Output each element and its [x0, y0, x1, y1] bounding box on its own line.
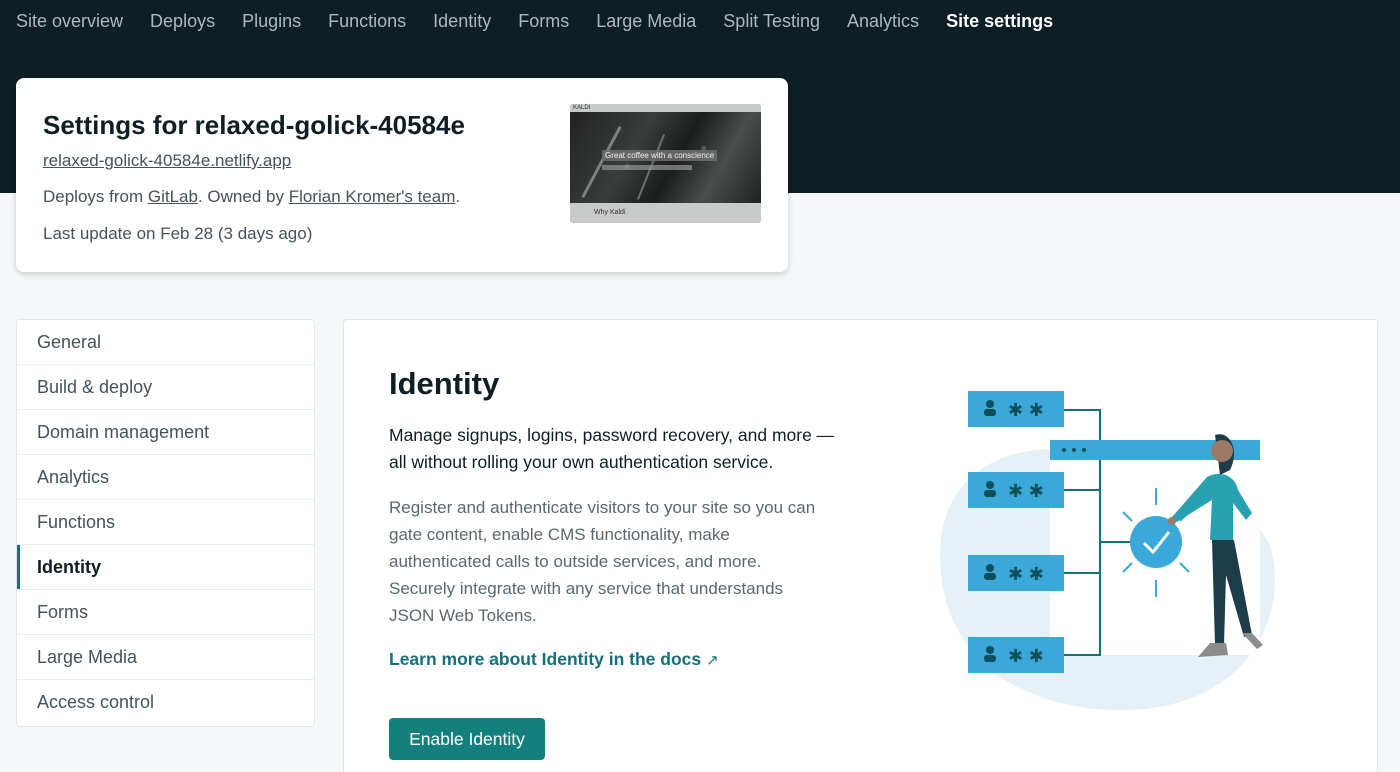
thumbnail-headline: Great coffee with a conscience: [602, 150, 718, 161]
identity-docs-link[interactable]: Learn more about Identity in the docs ↗: [389, 649, 719, 670]
panel-description: Register and authenticate visitors to yo…: [389, 498, 816, 625]
nav-split-testing[interactable]: Split Testing: [723, 10, 820, 32]
thumbnail-browser-bar: KALDI: [570, 104, 761, 112]
site-info-card: Settings for relaxed-golick-40584e relax…: [16, 78, 788, 272]
svg-text:✱ ✱: ✱ ✱: [1008, 481, 1044, 502]
deploys-provider-link[interactable]: GitLab: [148, 187, 198, 206]
deploys-prefix: Deploys from: [43, 187, 148, 206]
thumbnail-decoration: [581, 125, 622, 199]
svg-text:✱ ✱: ✱ ✱: [1008, 646, 1044, 667]
thumbnail-hero-image: Great coffee with a conscience: [570, 112, 761, 203]
team-owner-link[interactable]: Florian Kromer's team: [289, 187, 456, 206]
panel-title: Identity: [389, 366, 500, 401]
panel-lead: Manage signups, logins, password recover…: [389, 425, 835, 472]
enable-identity-button[interactable]: Enable Identity: [389, 718, 545, 760]
nav-analytics[interactable]: Analytics: [847, 10, 919, 32]
svg-text:✱ ✱: ✱ ✱: [1008, 564, 1044, 585]
site-title: Settings for relaxed-golick-40584e: [43, 110, 465, 140]
thumbnail-footer: Why Kaldi: [570, 203, 761, 223]
nav-forms[interactable]: Forms: [518, 10, 569, 32]
sidebar-item-identity[interactable]: Identity: [17, 545, 314, 590]
sidebar-item-analytics[interactable]: Analytics: [17, 455, 314, 500]
external-arrow-icon: ↗: [706, 652, 719, 669]
deploys-middle: . Owned by: [197, 187, 289, 206]
sidebar-item-forms[interactable]: Forms: [17, 590, 314, 635]
nav-functions[interactable]: Functions: [328, 10, 406, 32]
svg-text:✱ ✱: ✱ ✱: [1008, 400, 1044, 421]
docs-link-label: Learn more about Identity in the docs: [389, 649, 702, 669]
identity-illustration: ✱ ✱ ✱ ✱ ✱ ✱ ✱ ✱: [940, 391, 1275, 711]
deploys-suffix: .: [455, 187, 461, 206]
sidebar-item-build-deploy[interactable]: Build & deploy: [17, 365, 314, 410]
nav-site-overview[interactable]: Site overview: [16, 10, 123, 32]
thumbnail-subline: [602, 165, 692, 170]
thumbnail-footer-text: Why Kaldi: [594, 209, 626, 216]
settings-sidebar: General Build & deploy Domain management…: [16, 319, 315, 727]
site-nav: Site overview Deploys Plugins Functions …: [16, 10, 1053, 32]
sidebar-item-functions[interactable]: Functions: [17, 500, 314, 545]
nav-large-media[interactable]: Large Media: [596, 10, 696, 32]
nav-site-settings[interactable]: Site settings: [946, 10, 1053, 32]
sidebar-item-domain-management[interactable]: Domain management: [17, 410, 314, 455]
thumbnail-brand: KALDI: [573, 105, 591, 111]
site-deploys-info: Deploys from GitLab. Owned by Florian Kr…: [43, 187, 460, 207]
site-url-link[interactable]: relaxed-golick-40584e.netlify.app: [43, 151, 291, 171]
nav-deploys[interactable]: Deploys: [150, 10, 215, 32]
last-update: Last update on Feb 28 (3 days ago): [43, 224, 313, 243]
site-preview-thumbnail[interactable]: KALDI Great coffee with a conscience Why…: [570, 104, 761, 223]
sidebar-item-general[interactable]: General: [17, 320, 314, 365]
sidebar-item-access-control[interactable]: Access control: [17, 680, 314, 725]
sidebar-item-large-media[interactable]: Large Media: [17, 635, 314, 680]
nav-plugins[interactable]: Plugins: [242, 10, 301, 32]
nav-identity[interactable]: Identity: [433, 10, 491, 32]
